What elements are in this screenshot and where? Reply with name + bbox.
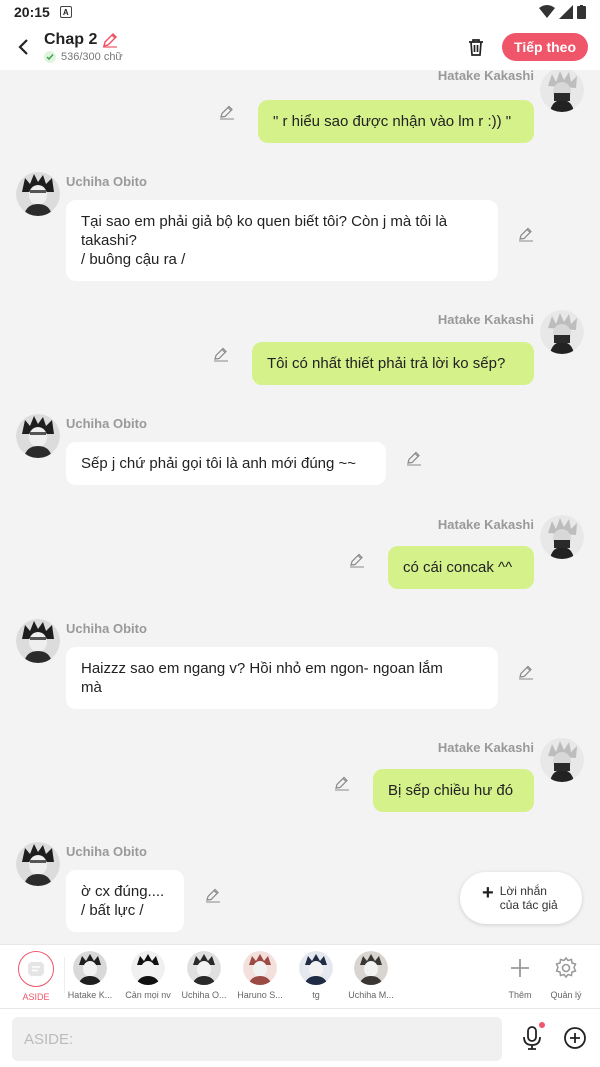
- edit-message-icon[interactable]: [205, 887, 221, 903]
- character-name: Hatake K...: [67, 990, 113, 1000]
- message-bubble[interactable]: có cái concak ^^: [388, 546, 534, 589]
- character-avatar: [131, 951, 165, 985]
- message-bubble[interactable]: ờ cx đúng.... / bất lực /: [66, 870, 184, 932]
- edit-message-icon[interactable]: [406, 450, 422, 466]
- manage-button[interactable]: Quản lý: [538, 951, 594, 1000]
- gear-icon: [555, 956, 577, 979]
- back-button[interactable]: [12, 36, 34, 58]
- avatar-uchiha-obito[interactable]: [16, 172, 60, 216]
- aside-icon: [18, 951, 54, 987]
- character-avatar: [299, 951, 333, 985]
- message-line: / buông cậu ra /: [81, 251, 186, 268]
- author-note-line1: Lời nhắn: [499, 884, 547, 898]
- message-line: Tôi có nhất thiết phải trả lời ko sếp?: [267, 355, 506, 372]
- next-button[interactable]: Tiếp theo: [502, 33, 588, 61]
- sender-name: Uchiha Obito: [66, 621, 147, 636]
- character-name: Cản mọi nv: [125, 990, 171, 1000]
- message-line: Bị sếp chiều hư đó: [388, 782, 514, 799]
- edit-message-icon[interactable]: [213, 346, 229, 362]
- message-line: có cái concak ^^: [403, 559, 513, 576]
- character-chip[interactable]: Haruno S...: [232, 951, 288, 1000]
- sender-name: Hatake Kakashi: [437, 312, 534, 327]
- character-avatar: [187, 951, 221, 985]
- chapter-title: Chap 2: [44, 31, 98, 48]
- character-avatar: [73, 951, 107, 985]
- wifi-icon: [539, 5, 555, 18]
- message-line: " r hiểu sao được nhận vào lm r :)) ": [273, 113, 512, 130]
- chat-area: Hatake Kakashi " r hiểu sao được nhận vào…: [0, 70, 600, 944]
- character-chip[interactable]: Cản mọi nv: [120, 951, 176, 1000]
- character-name: tg: [312, 990, 320, 1000]
- word-count: 536/300 chữ: [61, 51, 123, 63]
- signal-icon: [559, 5, 573, 19]
- character-chip[interactable]: Uchiha M...: [343, 951, 399, 1000]
- character-avatar: [243, 951, 277, 985]
- character-chip[interactable]: Uchiha O...: [176, 951, 232, 1000]
- sender-name: Uchiha Obito: [66, 844, 147, 859]
- message-bubble[interactable]: Bị sếp chiều hư đó: [373, 769, 534, 812]
- aside-button[interactable]: ASIDE: [8, 951, 64, 1002]
- message-line: Haizzz sao em ngang v? Hồi nhỏ em ngon- …: [81, 660, 443, 677]
- add-label: Thêm: [508, 990, 532, 1000]
- avatar-uchiha-obito[interactable]: [16, 842, 60, 886]
- avatar-hatake-kakashi[interactable]: [540, 70, 584, 112]
- add-circle-icon[interactable]: [563, 1026, 587, 1050]
- aside-label: ASIDE: [22, 992, 50, 1002]
- microphone-icon[interactable]: [520, 1025, 544, 1051]
- author-note-button[interactable]: + Lời nhắn của tác giả: [460, 872, 582, 924]
- avatar-hatake-kakashi[interactable]: [540, 515, 584, 559]
- character-chip[interactable]: Hatake K...: [62, 951, 118, 1000]
- edit-message-icon[interactable]: [349, 552, 365, 568]
- character-avatar: [354, 951, 388, 985]
- notification-a-icon: A: [59, 6, 72, 18]
- status-bar: 20:15 A: [0, 0, 600, 24]
- sender-name: Hatake Kakashi: [437, 517, 534, 532]
- edit-message-icon[interactable]: [219, 104, 235, 120]
- plus-icon: +: [482, 882, 494, 904]
- avatar-uchiha-obito[interactable]: [16, 619, 60, 663]
- message-bubble[interactable]: Tôi có nhất thiết phải trả lời ko sếp?: [252, 342, 534, 385]
- character-name: Uchiha O...: [181, 990, 227, 1000]
- manage-label: Quản lý: [550, 990, 582, 1000]
- character-bar: ASIDE Hatake K... Cản mọi nv Uchiha O... Ha…: [0, 944, 600, 1008]
- edit-message-icon[interactable]: [334, 775, 350, 791]
- avatar-hatake-kakashi[interactable]: [540, 738, 584, 782]
- message-line: Sếp j chứ phải gọi tôi là anh mới đúng ~…: [81, 455, 357, 472]
- chapter-header: Chap 2 536/300 chữ Tiếp theo: [0, 24, 600, 70]
- avatar-hatake-kakashi[interactable]: [540, 310, 584, 354]
- message-input[interactable]: [12, 1017, 502, 1061]
- recording-dot: [539, 1022, 545, 1028]
- message-line: Tại sao em phải giả bộ ko quen biết tôi?…: [81, 213, 448, 230]
- plus-icon: [511, 959, 529, 977]
- character-name: Haruno S...: [237, 990, 283, 1000]
- sender-name: Hatake Kakashi: [437, 70, 534, 83]
- character-chip[interactable]: tg: [288, 951, 344, 1000]
- edit-message-icon[interactable]: [518, 226, 534, 242]
- edit-title-icon[interactable]: [101, 31, 119, 49]
- battery-icon: [577, 5, 586, 19]
- clock: 20:15: [14, 4, 50, 20]
- message-bubble[interactable]: Tại sao em phải giả bộ ko quen biết tôi?…: [66, 200, 498, 281]
- character-name: Uchiha M...: [348, 990, 394, 1000]
- message-bubble[interactable]: Haizzz sao em ngang v? Hồi nhỏ em ngon- …: [66, 647, 498, 709]
- message-line: mà: [81, 679, 102, 696]
- input-bar: [0, 1008, 600, 1067]
- chevron-left-icon: [18, 39, 28, 55]
- message-line: / bất lực /: [81, 902, 144, 919]
- sender-name: Uchiha Obito: [66, 416, 147, 431]
- author-note-line2: của tác giả: [499, 898, 558, 912]
- check-icon: [44, 51, 56, 63]
- sender-name: Uchiha Obito: [66, 174, 147, 189]
- trash-icon[interactable]: [466, 37, 486, 57]
- edit-message-icon[interactable]: [518, 664, 534, 680]
- message-bubble[interactable]: Sếp j chứ phải gọi tôi là anh mới đúng ~…: [66, 442, 386, 485]
- message-bubble[interactable]: " r hiểu sao được nhận vào lm r :)) ": [258, 100, 534, 143]
- sender-name: Hatake Kakashi: [437, 740, 534, 755]
- message-line: ờ cx đúng....: [81, 883, 165, 900]
- avatar-uchiha-obito[interactable]: [16, 414, 60, 458]
- message-line: takashi?: [81, 232, 137, 249]
